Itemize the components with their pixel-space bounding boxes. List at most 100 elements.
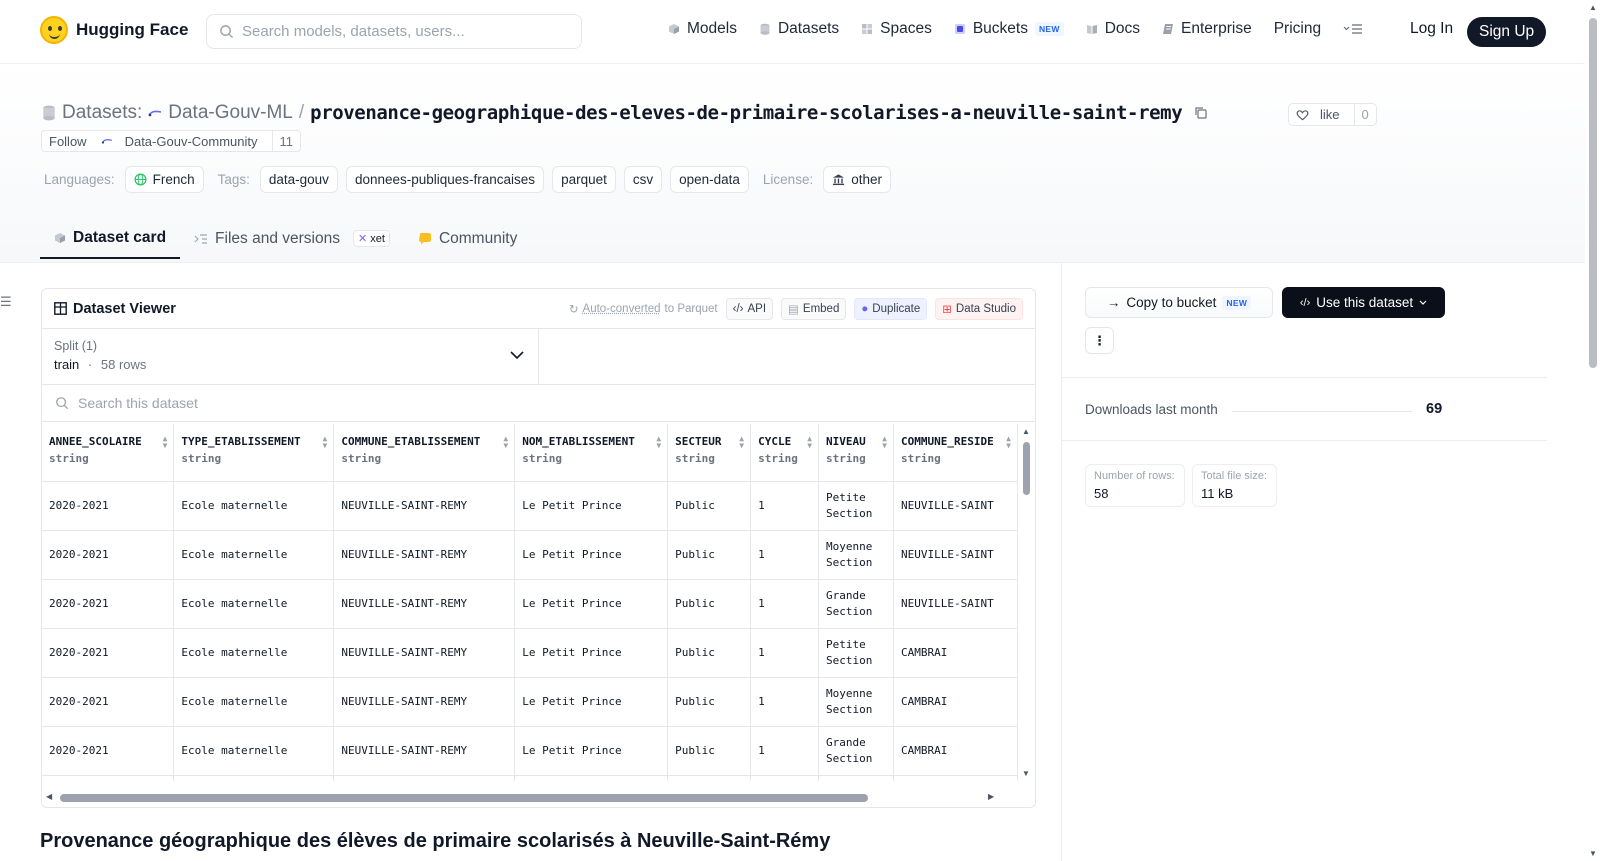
more-options-button[interactable]: ⋮ [1085,327,1114,354]
column-header[interactable]: TYPE_ETABLISSEMENT string ▲ ▼ [173,424,335,482]
table-cell[interactable]: NEUVILLE-SAINT-REMY [333,726,516,776]
table-cell[interactable]: Petite [818,775,894,781]
table-cell[interactable]: Grande Section [818,726,894,776]
nav-spaces[interactable]: Spaces [861,20,932,38]
table-cell[interactable]: 2020-2021 [42,677,175,727]
column-header[interactable]: NOM_ETABLISSEMENT string ▲ ▼ [514,424,669,482]
column-header[interactable]: CYCLE string ▲ ▼ [750,424,820,482]
table-cell[interactable]: Le Petit Prince [514,530,669,580]
logo[interactable]: Hugging Face [40,16,188,44]
table-cell[interactable]: Petite Section [818,481,894,531]
table-cell[interactable]: NEUVILLE-SAINT-REMY [333,628,516,678]
table-cell[interactable] [173,775,335,781]
api-button[interactable]: ‹/› API [725,297,774,320]
table-cell[interactable]: NEUVILLE-SAINT-REMY [333,677,516,727]
signup-button[interactable]: Sign Up [1467,17,1547,47]
toc-toggle-icon[interactable]: ☰ [0,294,12,310]
table-horizontal-scrollbar[interactable]: ◀ ▶ [42,789,1018,807]
tag-data-gouv[interactable]: data-gouv [259,166,338,193]
table-row[interactable]: 2020-2021 Ecole maternelle NEUVILLE-SAINT-… [42,530,1018,580]
sort-icon[interactable]: ▲ ▼ [882,435,887,450]
table-cell[interactable] [893,775,1018,781]
table-cell[interactable]: Ecole maternelle [173,677,335,727]
column-header[interactable]: ANNEE_SCOLAIRE string ▲ ▼ [42,424,175,482]
scroll-up-icon[interactable]: ▲ [1589,3,1597,12]
table-cell[interactable]: Public [667,628,752,678]
table-cell[interactable] [514,775,669,781]
table-cell[interactable]: NEUVILLE-SAINT-REMY [333,579,516,629]
table-cell[interactable]: NEUVILLE-SAINT [893,481,1018,531]
scroll-left-icon[interactable]: ◀ [46,792,52,801]
tag-donnees-publiques[interactable]: donnees-publiques-francaises [345,166,545,193]
nav-enterprise[interactable]: Enterprise [1162,20,1252,38]
table-cell[interactable]: Le Petit Prince [514,677,669,727]
scroll-thumb[interactable] [60,794,868,802]
table-cell[interactable]: Ecole maternelle [173,628,335,678]
org-name[interactable]: Data-Gouv-Community [118,134,265,149]
copy-to-bucket-button[interactable]: → Copy to bucket NEW [1085,287,1273,318]
table-cell[interactable] [667,775,752,781]
auto-converted-note[interactable]: ↻ Auto-converted to Parquet [569,302,718,316]
table-cell[interactable] [42,775,175,781]
table-cell[interactable]: Ecole maternelle [173,530,335,580]
copy-icon[interactable] [1194,106,1208,120]
table-cell[interactable]: Public [667,530,752,580]
embed-button[interactable]: ▤ Embed [781,297,847,320]
table-row[interactable]: Petite [42,775,1018,781]
table-cell[interactable]: 2020-2021 [42,579,175,629]
table-row[interactable]: 2020-2021 Ecole maternelle NEUVILLE-SAINT-… [42,628,1018,678]
table-cell[interactable]: Moyenne Section [818,530,894,580]
like-toggle[interactable]: like [1289,104,1354,125]
duplicate-button[interactable]: ● Duplicate [854,297,928,320]
global-search[interactable] [206,14,582,49]
tab-dataset-card[interactable]: Dataset card [40,218,181,259]
sort-icon[interactable]: ▲ ▼ [656,435,661,450]
table-cell[interactable]: Ecole maternelle [173,481,335,531]
table-cell[interactable] [333,775,516,781]
like-button[interactable]: like 0 [1288,103,1377,126]
language-tag[interactable]: French [124,166,204,193]
table-cell[interactable]: CAMBRAI [893,677,1018,727]
nav-models[interactable]: Models [668,20,737,38]
table-cell[interactable]: Le Petit Prince [514,726,669,776]
data-studio-button[interactable]: ⊞ Data Studio [935,297,1023,320]
tag-parquet[interactable]: parquet [552,166,616,193]
table-cell[interactable]: 1 [750,481,820,531]
table-cell[interactable]: Le Petit Prince [514,481,669,531]
auto-converted-link[interactable]: Auto-converted [583,303,661,315]
table-cell[interactable]: 1 [750,579,820,629]
table-cell[interactable]: 2020-2021 [42,481,175,531]
table-cell[interactable]: Public [667,579,752,629]
sort-icon[interactable]: ▲ ▼ [1006,435,1011,450]
use-this-dataset-button[interactable]: ‹/› Use this dataset [1282,287,1445,318]
table-cell[interactable]: Public [667,726,752,776]
table-cell[interactable]: 2020-2021 [42,628,175,678]
table-cell[interactable]: 2020-2021 [42,726,175,776]
table-vertical-scrollbar[interactable]: ▲ ▼ [1018,424,1034,781]
nav-pricing[interactable]: Pricing [1274,20,1321,38]
dataset-name[interactable]: provenance-geographique-des-eleves-de-pr… [310,102,1182,124]
table-cell[interactable]: NEUVILLE-SAINT-REMY [333,481,516,531]
dataset-search[interactable] [42,385,1035,422]
page-scroll-thumb[interactable] [1589,18,1597,368]
sort-icon[interactable]: ▲ ▼ [323,435,328,450]
datasets-label[interactable]: Datasets: [62,102,142,124]
table-cell[interactable]: Public [667,481,752,531]
dataset-search-input[interactable] [78,395,478,411]
scroll-down-icon[interactable]: ▼ [1022,769,1030,778]
table-row[interactable]: 2020-2021 Ecole maternelle NEUVILLE-SAINT-… [42,579,1018,629]
table-row[interactable]: 2020-2021 Ecole maternelle NEUVILLE-SAINT-… [42,481,1018,531]
scroll-down-icon[interactable]: ▼ [1589,849,1597,858]
table-cell[interactable]: 2020-2021 [42,530,175,580]
table-cell[interactable]: 1 [750,628,820,678]
table-cell[interactable]: NEUVILLE-SAINT [893,530,1018,580]
table-cell[interactable]: Moyenne Section [818,677,894,727]
nav-docs[interactable]: Docs [1086,20,1140,38]
tag-open-data[interactable]: open-data [670,166,749,193]
table-row[interactable]: 2020-2021 Ecole maternelle NEUVILLE-SAINT-… [42,726,1018,776]
table-cell[interactable]: NEUVILLE-SAINT-REMY [333,530,516,580]
column-header[interactable]: COMMUNE_ETABLISSEMENT string ▲ ▼ [333,424,516,482]
tab-community[interactable]: Community [404,218,531,259]
tab-files-and-versions[interactable]: Files and versions ✕ xet [180,218,404,259]
page-scrollbar[interactable]: ▲ ▼ [1585,0,1600,861]
